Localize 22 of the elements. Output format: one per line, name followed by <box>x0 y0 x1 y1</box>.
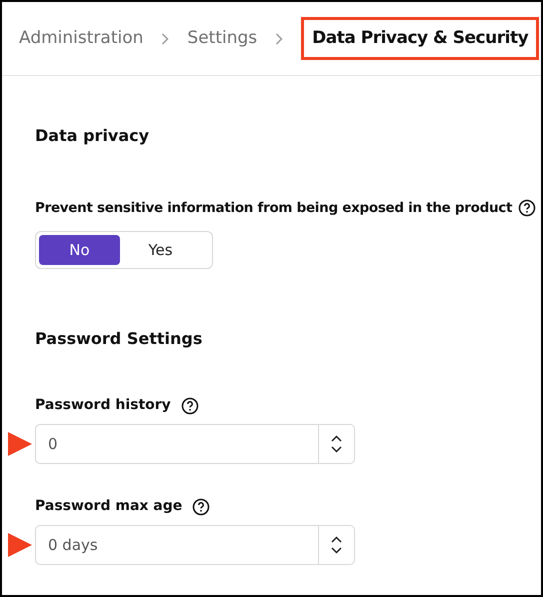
breadcrumb-link[interactable]: Settings <box>187 26 258 52</box>
number-field[interactable]: 0 <box>35 424 319 464</box>
chevron-down-icon[interactable] <box>331 547 342 554</box>
chevron-up-icon[interactable] <box>331 536 342 544</box>
question-label: Prevent sensitive information from being exposed in the product <box>35 199 512 218</box>
help-icon[interactable] <box>518 199 536 218</box>
section-title: Password Settings <box>35 328 204 350</box>
breadcrumb-link[interactable]: Administration <box>19 26 144 52</box>
field-label: Password max age <box>35 497 182 516</box>
number-field[interactable]: 0 days <box>35 525 319 566</box>
help-icon[interactable] <box>180 396 199 415</box>
chevron-right-icon <box>161 32 170 44</box>
help-icon[interactable] <box>192 498 210 516</box>
section-title: Data privacy <box>35 125 150 147</box>
breadcrumb-current: Data Privacy & Security <box>301 16 540 60</box>
chevron-right-icon <box>275 32 284 44</box>
chevron-up-icon[interactable] <box>331 435 342 442</box>
chevron-down-icon[interactable] <box>331 446 342 454</box>
field-label: Password history <box>35 396 171 416</box>
toggle-option[interactable]: No <box>39 235 120 266</box>
stepper[interactable] <box>319 525 355 566</box>
stepper[interactable] <box>319 424 355 464</box>
